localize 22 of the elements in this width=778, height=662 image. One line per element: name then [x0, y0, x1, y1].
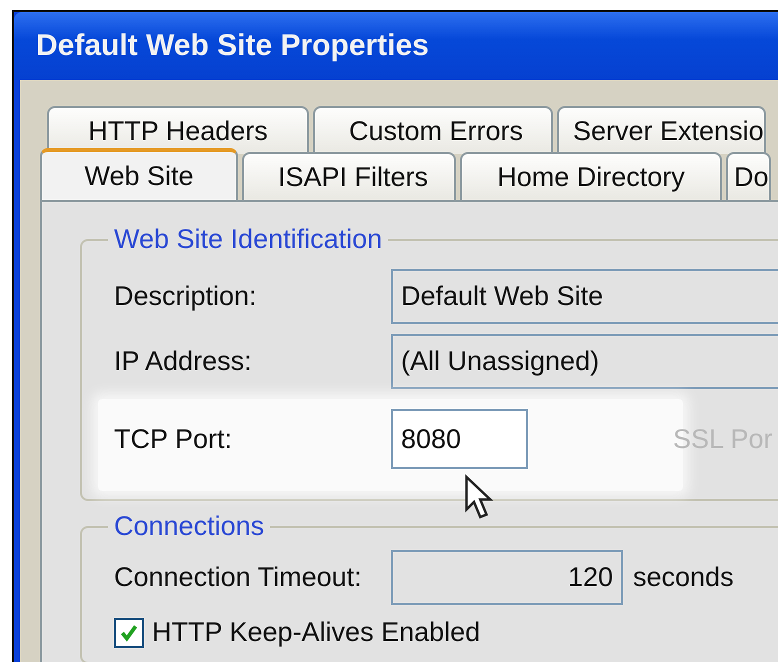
- text-field[interactable]: Default Web Site: [391, 269, 778, 324]
- field-label: TCP Port:: [114, 424, 234, 454]
- number-field[interactable]: 120: [391, 550, 623, 605]
- text-field[interactable]: (All Unassigned): [391, 334, 778, 389]
- tab[interactable]: Custom Errors: [313, 106, 553, 154]
- tab[interactable]: Do: [726, 152, 771, 200]
- group-title: Connections: [113, 511, 266, 542]
- pointer-icon: [464, 474, 494, 520]
- checkbox-label: HTTP Keep-Alives Enabled: [152, 617, 480, 648]
- tab[interactable]: ISAPI Filters: [242, 152, 456, 200]
- field-label: IP Address:: [114, 346, 253, 377]
- field-label: Connection Timeout:: [114, 562, 363, 593]
- tab[interactable]: Home Directory: [460, 152, 722, 200]
- field-label: Description:: [114, 281, 258, 312]
- window-title: Default Web Site Properties: [36, 29, 429, 63]
- unit-label: seconds: [633, 562, 734, 593]
- text-field[interactable]: 8080: [391, 409, 528, 469]
- group-title: Web Site Identification: [113, 224, 384, 255]
- tab[interactable]: HTTP Headers: [47, 106, 309, 154]
- tab[interactable]: Server Extensio: [557, 106, 766, 154]
- tab[interactable]: Web Site: [40, 148, 238, 200]
- checkbox[interactable]: [114, 618, 144, 648]
